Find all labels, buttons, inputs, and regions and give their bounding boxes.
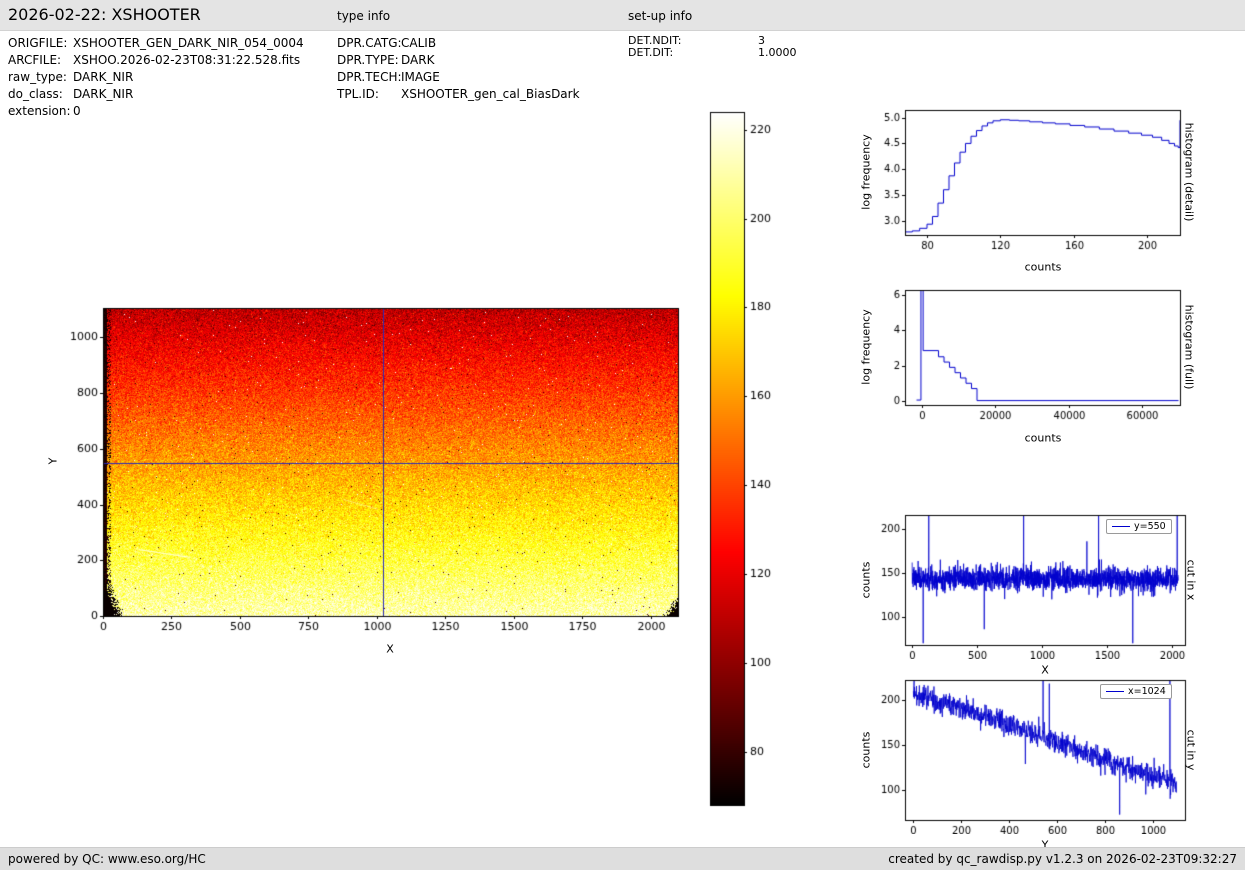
main-xaxis-label: X: [386, 643, 394, 656]
legend-line-icon: [1112, 526, 1130, 527]
meta-label-dpr-type: DPR.TYPE:: [337, 53, 399, 67]
meta-label-arcfile: ARCFILE:: [8, 53, 61, 67]
raw-image-heatmap-canvas: [40, 292, 700, 664]
footer-powered-by: powered by QC: www.eso.org/HC: [8, 848, 206, 870]
footer-created-by: created by qc_rawdisp.py v1.2.3 on 2026-…: [888, 848, 1237, 870]
qc-rawdisp-page: 2026-02-22: XSHOOTER type info set-up in…: [0, 0, 1245, 870]
hist-detail-ylabel: log frequency: [860, 134, 873, 209]
cut-x-xlabel: X: [1041, 664, 1049, 677]
legend-line-icon: [1106, 691, 1124, 692]
main-yaxis-label: Y: [47, 458, 60, 465]
meta-label-dpr-tech: DPR.TECH:: [337, 70, 402, 84]
meta-value-do-class: DARK_NIR: [73, 87, 133, 101]
setup-info-heading: set-up info: [628, 9, 692, 23]
hist-detail-title: histogram (detail): [1183, 123, 1196, 222]
meta-label-det-dit: DET.DIT:: [628, 46, 673, 59]
histogram-detail-canvas: [879, 102, 1191, 257]
meta-value-raw-type: DARK_NIR: [73, 70, 133, 84]
meta-label-tpl-id: TPL.ID:: [337, 87, 379, 101]
hist-full-xlabel: counts: [1025, 432, 1062, 445]
colorbar-canvas: [700, 104, 795, 820]
meta-value-dpr-tech: IMAGE: [401, 70, 440, 84]
meta-value-det-dit: 1.0000: [758, 46, 797, 59]
hist-full-ylabel: log frequency: [860, 309, 873, 384]
meta-label-extension: extension:: [8, 104, 71, 118]
cut-y-title: cut in y: [1185, 730, 1198, 771]
meta-value-dpr-catg: CALIB: [401, 36, 436, 50]
meta-label-do-class: do_class:: [8, 87, 63, 101]
meta-value-dpr-type: DARK: [401, 53, 434, 67]
legend-cut-y: x=1024: [1100, 684, 1172, 699]
legend-cut-x: y=550: [1106, 519, 1172, 534]
cut-x-ylabel: counts: [860, 562, 873, 599]
meta-value-origfile: XSHOOTER_GEN_DARK_NIR_054_0004: [73, 36, 304, 50]
legend-cut-x-label: y=550: [1134, 521, 1166, 532]
page-title: 2026-02-22: XSHOOTER: [8, 5, 201, 24]
cut-y-ylabel: counts: [860, 732, 873, 769]
footer-bar: powered by QC: www.eso.org/HC created by…: [0, 847, 1245, 870]
cut-x-title: cut in x: [1185, 560, 1198, 601]
meta-value-tpl-id: XSHOOTER_gen_cal_BiasDark: [401, 87, 580, 101]
histogram-full-canvas: [879, 282, 1191, 427]
legend-cut-y-label: x=1024: [1128, 686, 1166, 697]
hist-full-title: histogram (full): [1183, 305, 1196, 390]
meta-value-extension: 0: [73, 104, 81, 118]
meta-label-dpr-catg: DPR.CATG:: [337, 36, 402, 50]
meta-label-origfile: ORIGFILE:: [8, 36, 67, 50]
hist-detail-xlabel: counts: [1025, 261, 1062, 274]
meta-label-raw-type: raw_type:: [8, 70, 67, 84]
type-info-heading: type info: [337, 9, 390, 23]
meta-value-arcfile: XSHOO.2026-02-23T08:31:22.528.fits: [73, 53, 300, 67]
header-bar: 2026-02-22: XSHOOTER type info set-up in…: [0, 0, 1245, 31]
